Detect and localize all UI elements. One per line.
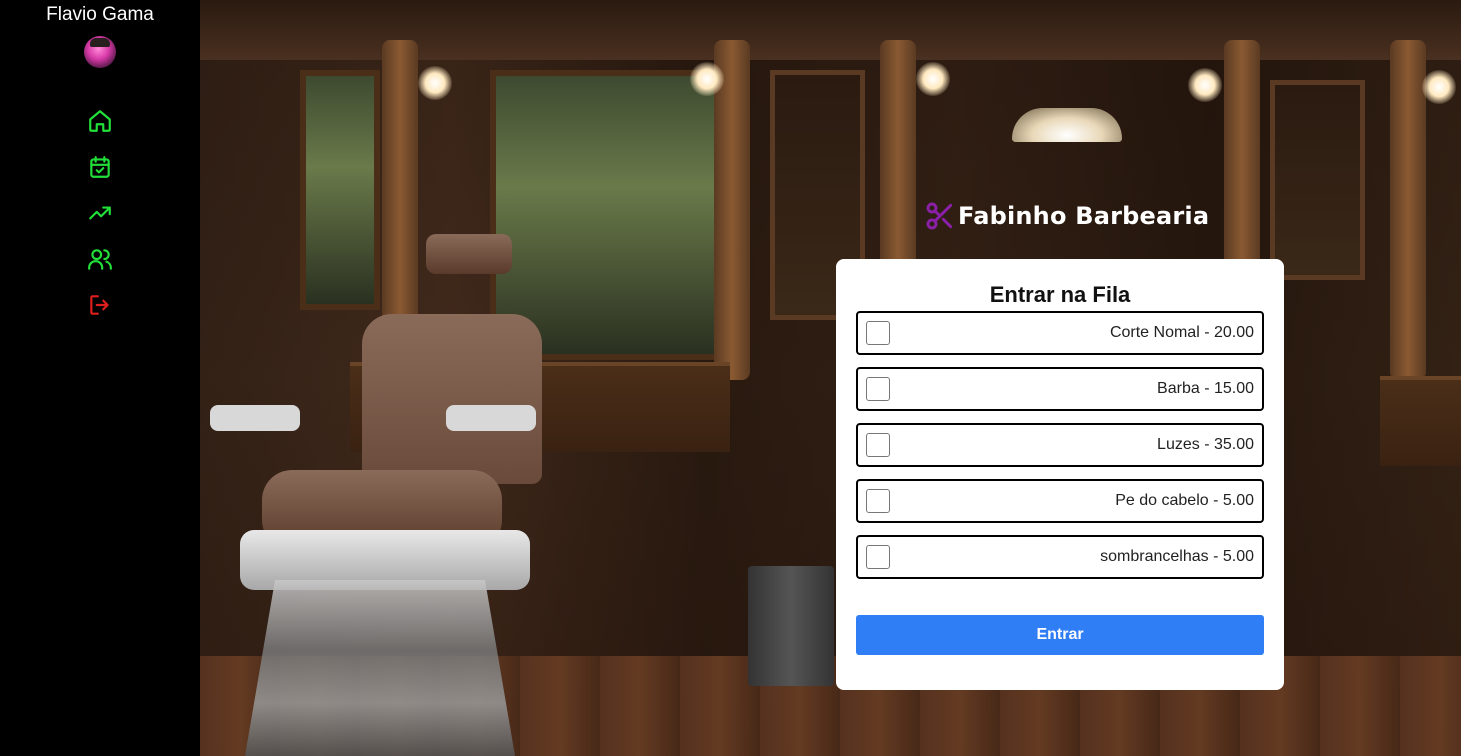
trending-up-icon [89, 206, 111, 220]
service-checkbox[interactable] [866, 433, 890, 457]
service-label: Pe do cabelo - 5.00 [1115, 492, 1254, 509]
avatar[interactable] [84, 36, 116, 68]
service-option[interactable]: sombrancelhas - 5.00 [856, 535, 1264, 579]
scissors-icon [926, 202, 953, 230]
service-label: Corte Nomal - 20.00 [1109, 324, 1254, 341]
service-label: sombrancelhas - 5.00 [1100, 548, 1254, 565]
nav-home[interactable] [86, 108, 114, 134]
queue-card: Entrar na Fila Corte Nomal - 20.00 Barba… [836, 259, 1284, 690]
users-icon [88, 249, 112, 270]
sidebar: Flavio Gama [0, 0, 200, 756]
service-label: Luzes - 35.00 [1157, 436, 1254, 453]
service-checkbox[interactable] [866, 321, 890, 345]
nav-clients[interactable] [86, 246, 114, 272]
queue-title: Entrar na Fila [989, 282, 1131, 307]
calendar-check-icon [90, 156, 110, 178]
logout-icon [90, 295, 109, 315]
service-option[interactable]: Pe do cabelo - 5.00 [856, 479, 1264, 523]
service-checkbox[interactable] [866, 489, 890, 513]
sidebar-nav [86, 108, 114, 318]
home-icon [89, 110, 111, 132]
enter-queue-button[interactable]: Entrar [856, 615, 1264, 655]
service-checkbox[interactable] [866, 377, 890, 401]
nav-reports[interactable] [86, 200, 114, 226]
service-option[interactable]: Barba - 15.00 [856, 367, 1264, 411]
brand-name: Fabinho Barbearia [958, 202, 1210, 230]
service-option[interactable]: Luzes - 35.00 [856, 423, 1264, 467]
service-checkbox[interactable] [866, 545, 890, 569]
nav-schedule[interactable] [86, 154, 114, 180]
service-option[interactable]: Corte Nomal - 20.00 [856, 311, 1264, 355]
user-name: Flavio Gama [46, 4, 154, 25]
service-label: Barba - 15.00 [1157, 380, 1254, 397]
service-list: Corte Nomal - 20.00 Barba - 15.00 Luzes … [856, 311, 1264, 579]
brand: Fabinho Barbearia [924, 199, 1209, 233]
nav-logout[interactable] [86, 292, 114, 318]
